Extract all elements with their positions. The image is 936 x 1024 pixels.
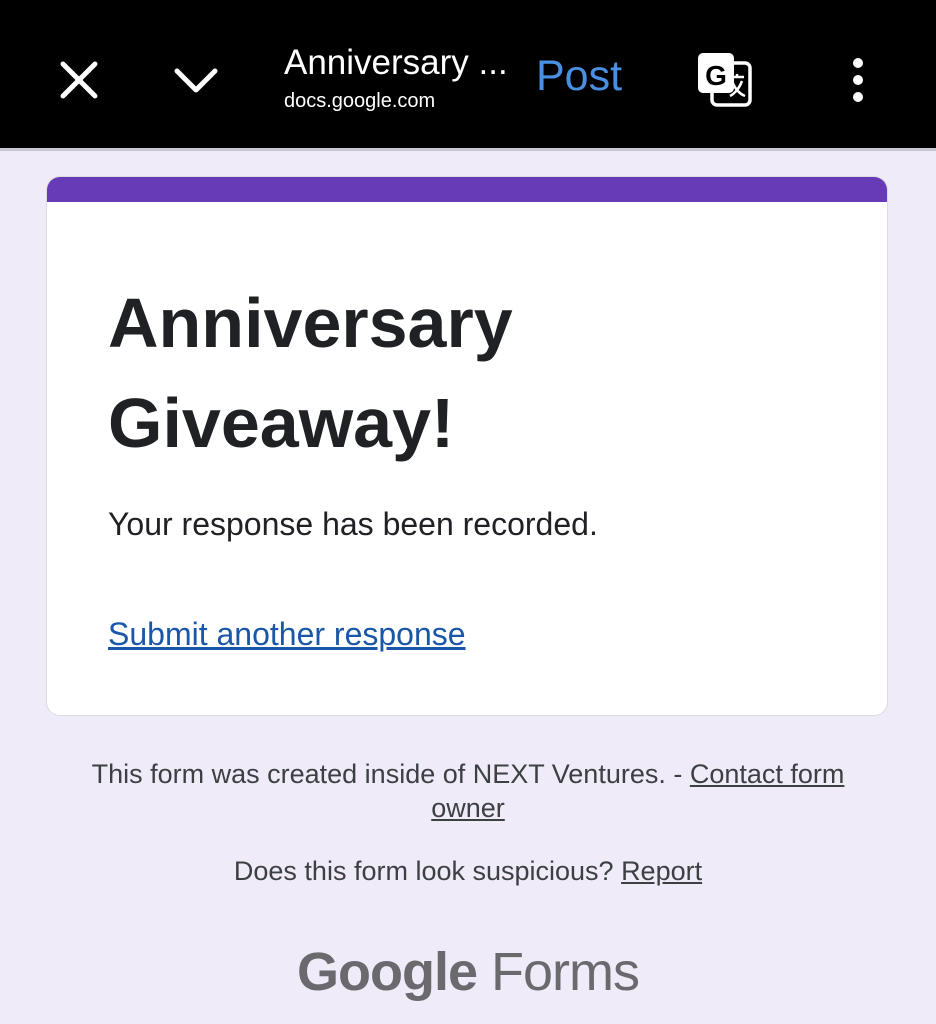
svg-text:G: G	[705, 60, 727, 91]
close-button[interactable]	[44, 45, 114, 115]
page-title-block: Anniversary ... docs.google.com	[284, 40, 514, 116]
browser-toolbar: Anniversary ... docs.google.com Post G	[0, 0, 936, 150]
collapse-button[interactable]	[161, 45, 231, 115]
form-origin-notice: This form was created inside of NEXT Ven…	[60, 757, 876, 825]
page-domain: docs.google.com	[284, 90, 436, 112]
brand-forms: Forms	[491, 942, 640, 1002]
submit-another-response-link[interactable]: Submit another response	[108, 611, 466, 657]
form-title: Anniversary Giveaway!	[108, 284, 513, 462]
post-button[interactable]: Post	[536, 48, 622, 104]
more-options-button[interactable]	[830, 45, 886, 115]
more-vert-icon	[853, 58, 863, 102]
suspicious-notice: Does this form look suspicious? Report	[60, 854, 876, 888]
tab-title: Anniversary ...	[284, 43, 508, 82]
form-confirmation-card: Anniversary Giveaway! Your response has …	[46, 176, 888, 716]
report-link[interactable]: Report	[621, 856, 702, 886]
close-icon	[60, 61, 98, 99]
toolbar-divider	[0, 148, 936, 151]
chevron-down-icon	[174, 68, 218, 93]
form-origin-text: This form was created inside of NEXT Ven…	[91, 759, 690, 789]
form-accent-bar	[47, 177, 887, 202]
translate-icon: G	[698, 53, 752, 107]
google-forms-logo[interactable]: Google Forms	[0, 938, 936, 1006]
suspicious-text: Does this form look suspicious?	[233, 856, 622, 886]
confirmation-message: Your response has been recorded.	[108, 506, 598, 542]
brand-google: Google	[297, 942, 478, 1002]
translate-button[interactable]: G	[693, 48, 757, 112]
